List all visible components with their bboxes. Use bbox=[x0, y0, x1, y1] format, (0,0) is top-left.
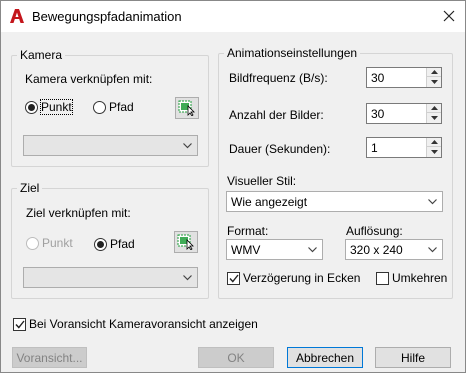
target-radio-path-label: Pfad bbox=[110, 237, 135, 251]
visual-style-select[interactable]: Wie angezeigt bbox=[226, 191, 443, 212]
camera-link-label: Kamera verknüpfen mit: bbox=[25, 72, 153, 86]
animation-group-label: Animationseinstellungen bbox=[224, 46, 361, 60]
framerate-down-button[interactable] bbox=[427, 77, 441, 87]
spin-up-icon bbox=[430, 70, 438, 74]
radio-indicator bbox=[25, 100, 38, 114]
checkbox-box bbox=[227, 271, 240, 285]
ok-button-label: OK bbox=[227, 350, 245, 365]
spinner-buttons bbox=[426, 138, 441, 157]
duration-spinner[interactable]: 1 bbox=[366, 137, 442, 158]
preview-button-label: Voransicht... bbox=[16, 350, 83, 365]
frames-spinner[interactable]: 30 bbox=[366, 103, 442, 124]
window-title: Bewegungspfadanimation bbox=[32, 9, 182, 24]
checkbox-box bbox=[376, 271, 389, 285]
camera-radio-path-label: Pfad bbox=[109, 100, 134, 114]
target-pick-button[interactable] bbox=[174, 231, 198, 253]
frames-label: Anzahl der Bilder: bbox=[229, 108, 324, 122]
frames-up-button[interactable] bbox=[427, 104, 441, 113]
target-path-select[interactable] bbox=[23, 267, 198, 288]
framerate-label: Bildfrequenz (B/s): bbox=[229, 71, 328, 85]
chevron-down-icon bbox=[428, 199, 437, 205]
pick-point-icon bbox=[177, 234, 194, 250]
duration-up-button[interactable] bbox=[427, 138, 441, 147]
close-icon bbox=[443, 10, 455, 22]
framerate-spinner[interactable]: 30 bbox=[366, 67, 442, 88]
chevron-down-icon bbox=[183, 275, 192, 281]
help-button-label: Hilfe bbox=[400, 350, 425, 365]
checkbox-box bbox=[13, 317, 26, 331]
spin-down-icon bbox=[430, 150, 438, 154]
ok-button[interactable]: OK bbox=[198, 347, 274, 368]
format-value: WMV bbox=[231, 242, 261, 257]
camera-radio-point-label: Punkt bbox=[40, 99, 73, 115]
autocad-logo-icon bbox=[10, 9, 24, 23]
radio-indicator bbox=[94, 237, 107, 251]
resolution-label: Auflösung: bbox=[346, 224, 403, 238]
reverse-checkbox[interactable]: Umkehren bbox=[376, 271, 447, 285]
duration-label: Dauer (Sekunden): bbox=[229, 142, 331, 156]
help-button[interactable]: Hilfe bbox=[375, 347, 451, 368]
spin-up-icon bbox=[430, 140, 438, 144]
target-radio-path[interactable]: Pfad bbox=[94, 237, 135, 251]
pick-point-icon bbox=[178, 100, 195, 116]
format-label: Format: bbox=[227, 224, 269, 238]
checkmark-icon bbox=[228, 274, 239, 283]
camera-path-select[interactable] bbox=[23, 135, 198, 156]
preview-camera-checkbox[interactable]: Bei Voransicht Kameravoransicht anzeigen bbox=[13, 317, 258, 331]
close-button[interactable] bbox=[437, 5, 461, 27]
resolution-select[interactable]: 320 x 240 bbox=[345, 239, 443, 260]
chevron-down-icon bbox=[428, 247, 437, 253]
camera-radio-path[interactable]: Pfad bbox=[93, 100, 134, 114]
preview-button[interactable]: Voransicht... bbox=[12, 347, 87, 368]
resolution-value: 320 x 240 bbox=[350, 242, 403, 257]
corner-deceleration-checkbox[interactable]: Verzögerung in Ecken bbox=[227, 271, 360, 285]
dialog-window: Bewegungspfadanimation Kamera Kamera ver… bbox=[0, 0, 466, 373]
radio-indicator bbox=[93, 100, 106, 114]
visual-style-value: Wie angezeigt bbox=[231, 194, 308, 209]
camera-pick-button[interactable] bbox=[175, 97, 199, 119]
camera-group-label: Kamera bbox=[17, 48, 66, 62]
visual-style-label: Visueller Stil: bbox=[227, 174, 297, 188]
target-radio-point[interactable]: Punkt bbox=[26, 236, 73, 250]
duration-value: 1 bbox=[371, 141, 378, 155]
spin-down-icon bbox=[430, 116, 438, 120]
camera-radio-point[interactable]: Punkt bbox=[25, 99, 73, 115]
duration-down-button[interactable] bbox=[427, 147, 441, 157]
target-radio-point-label: Punkt bbox=[42, 236, 73, 250]
title-bar: Bewegungspfadanimation bbox=[1, 1, 465, 32]
reverse-label: Umkehren bbox=[392, 271, 448, 285]
chevron-down-icon bbox=[183, 143, 192, 149]
framerate-up-button[interactable] bbox=[427, 68, 441, 77]
radio-indicator bbox=[26, 236, 39, 250]
spinner-buttons bbox=[426, 104, 441, 123]
spinner-buttons bbox=[426, 68, 441, 87]
chevron-down-icon bbox=[308, 247, 317, 253]
cancel-button-label: Abbrechen bbox=[295, 350, 355, 365]
spin-up-icon bbox=[430, 106, 438, 110]
framerate-value: 30 bbox=[371, 71, 385, 85]
checkmark-icon bbox=[14, 320, 25, 329]
corner-deceleration-label: Verzögerung in Ecken bbox=[243, 271, 361, 285]
target-link-label: Ziel verknüpfen mit: bbox=[26, 206, 131, 220]
format-select[interactable]: WMV bbox=[226, 239, 323, 260]
preview-camera-label: Bei Voransicht Kameravoransicht anzeigen bbox=[29, 317, 258, 331]
frames-value: 30 bbox=[371, 107, 385, 121]
frames-down-button[interactable] bbox=[427, 113, 441, 123]
target-group-label: Ziel bbox=[17, 181, 43, 195]
cancel-button[interactable]: Abbrechen bbox=[287, 347, 363, 368]
spin-down-icon bbox=[430, 80, 438, 84]
